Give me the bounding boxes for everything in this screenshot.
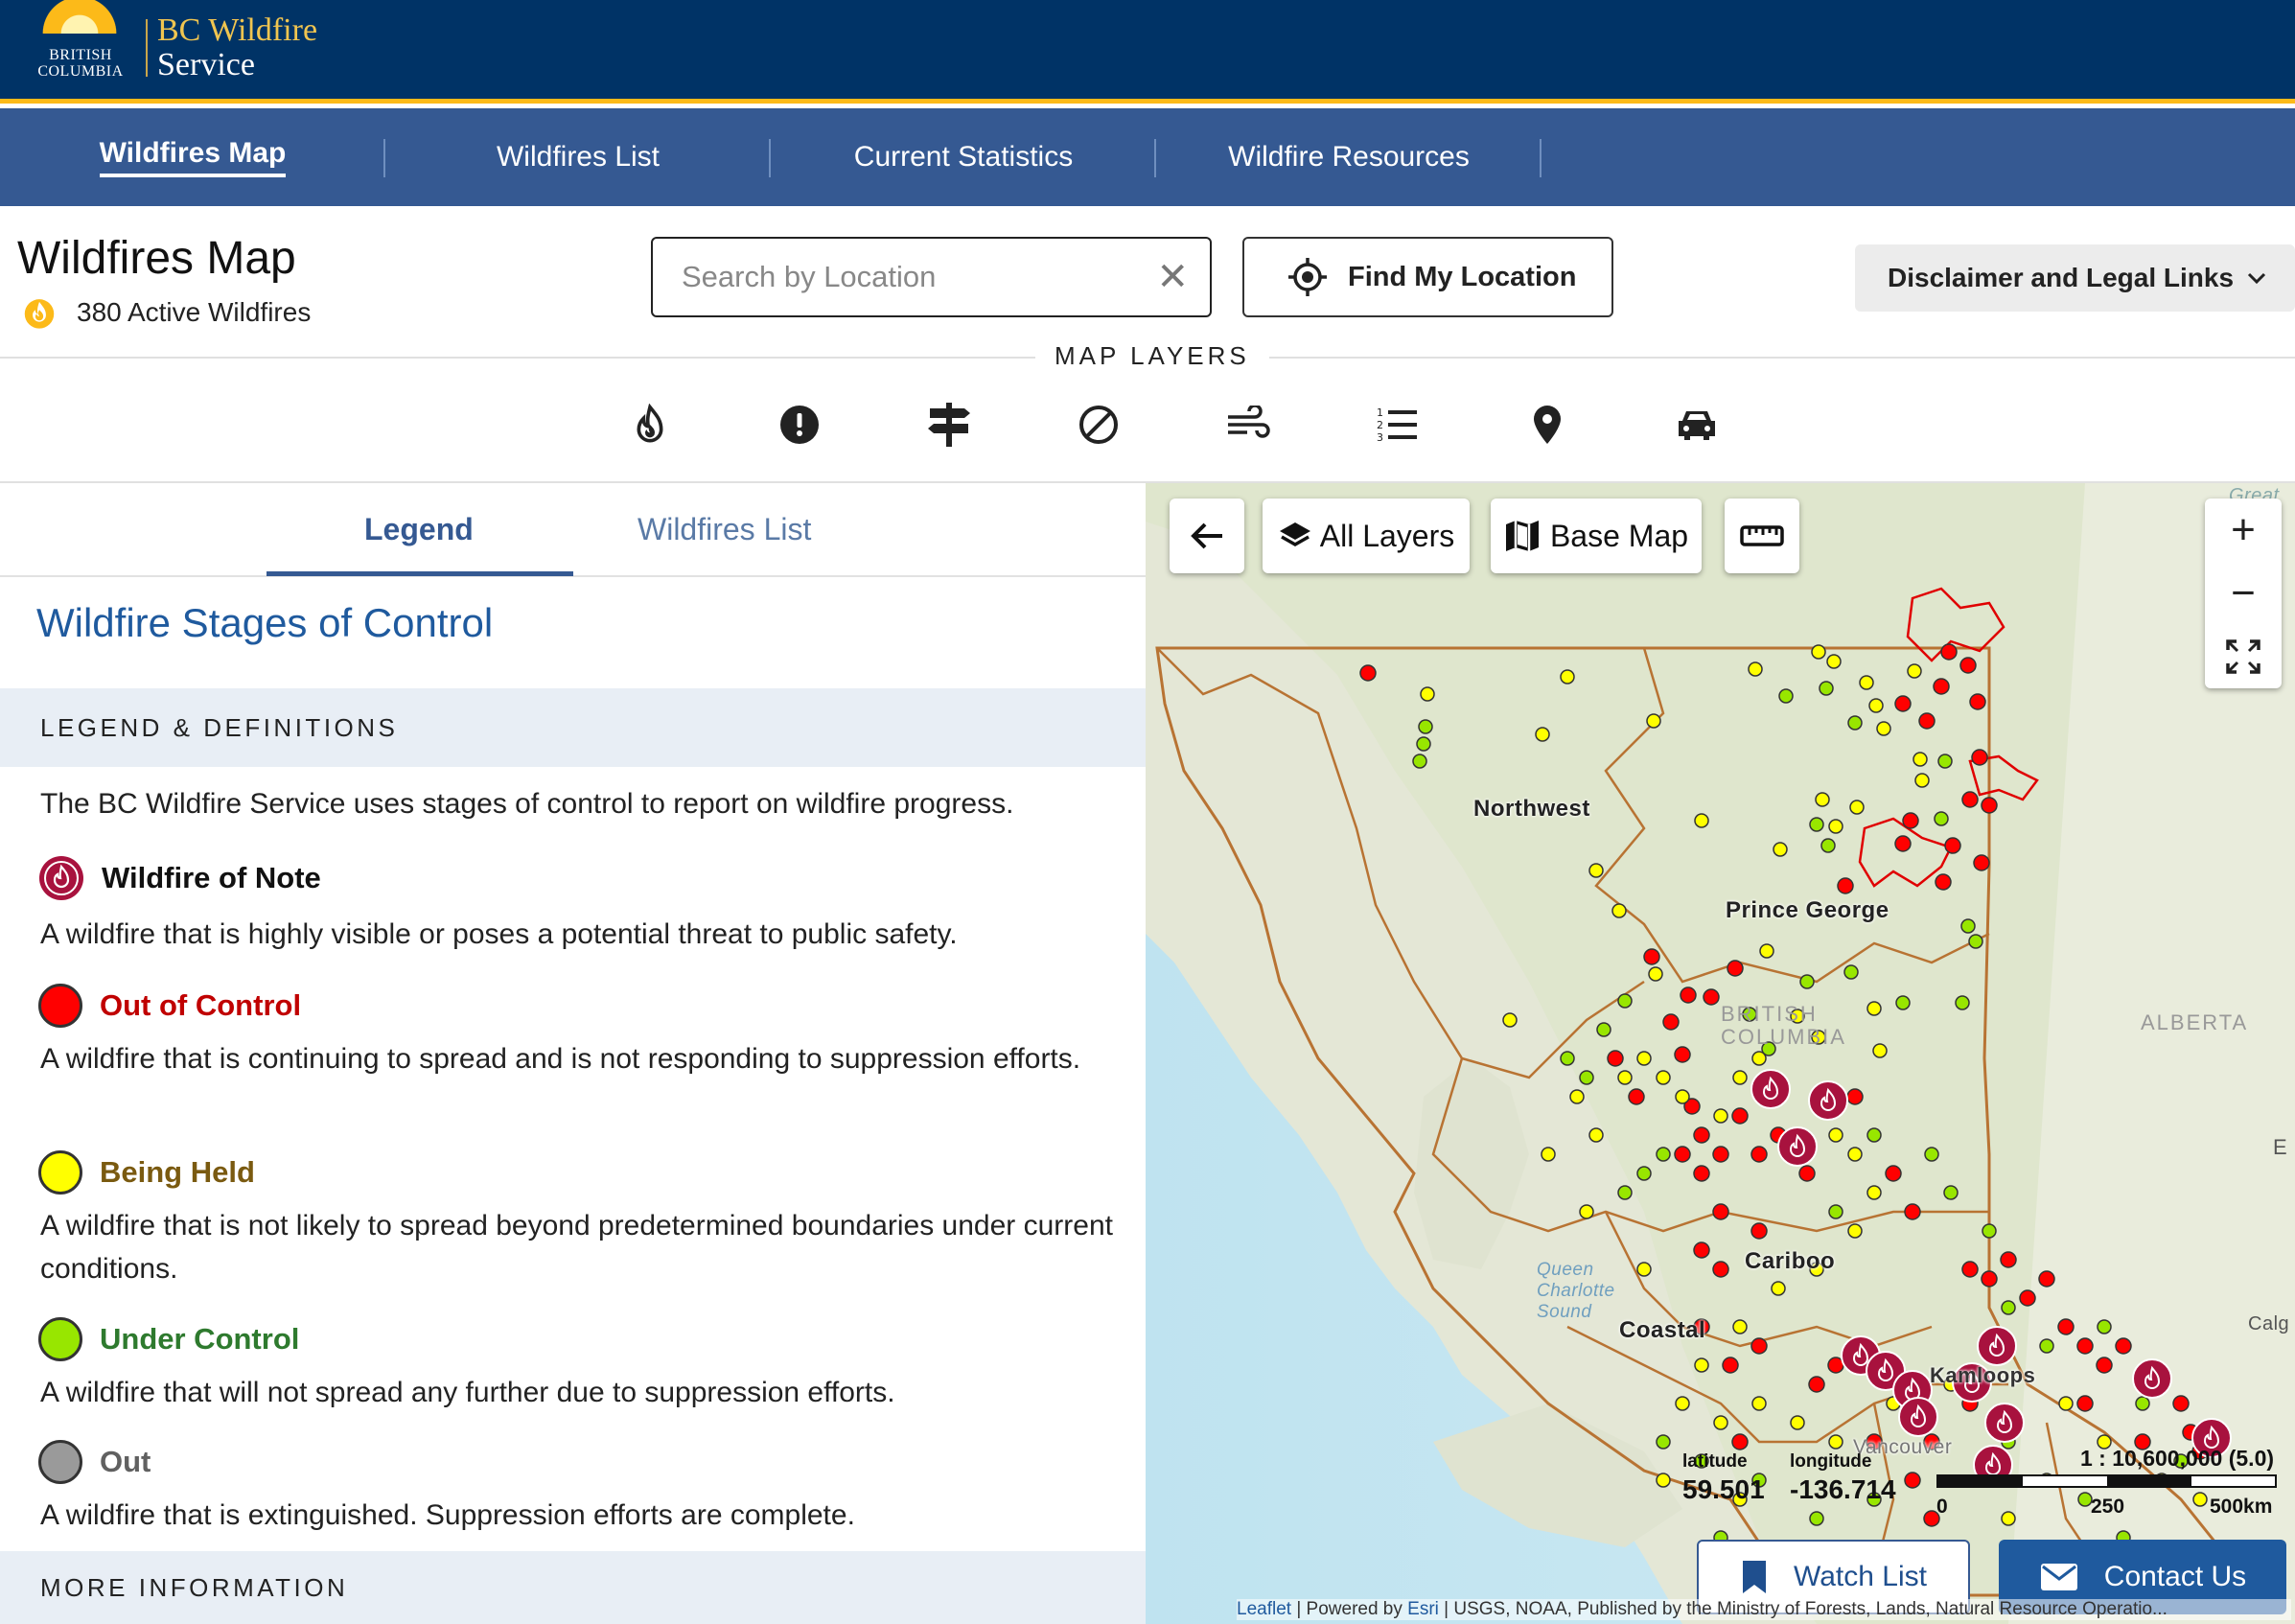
pin-icon[interactable] (1472, 395, 1622, 454)
legend-title: Under Control (100, 1322, 300, 1356)
legend-description: A wildfire that is not likely to spread … (40, 1210, 1113, 1285)
zoom-out-button[interactable]: − (2205, 562, 2282, 625)
leaflet-link[interactable]: Leaflet (1237, 1599, 1291, 1619)
svg-text:3: 3 (1377, 431, 1383, 444)
under-control-dot-icon (38, 1317, 82, 1361)
nav-wildfire-resources[interactable]: Wildfire Resources (1156, 108, 1542, 206)
ban-icon[interactable] (1024, 395, 1173, 454)
locate-icon (1288, 258, 1327, 296)
envelope-icon (2040, 1564, 2077, 1590)
legend-title: Out of Control (100, 988, 302, 1022)
legend-description: A wildfire that is highly visible or pos… (40, 918, 958, 950)
longitude-value: -136.714 (1790, 1474, 1896, 1504)
map-label-cariboo: Cariboo (1745, 1248, 1836, 1274)
map-label-prince-george: Prince George (1726, 897, 1889, 923)
map-label-calgary: Calg (2248, 1313, 2290, 1334)
zoom-in-button[interactable]: + (2205, 499, 2282, 562)
legend-item-out-of-control: Out of Control (38, 984, 301, 1028)
legend-item-wildfire-of-note: Wildfire of Note (38, 855, 321, 901)
top-banner: BRITISH COLUMBIA BC Wildfire Service (0, 0, 2295, 104)
search-placeholder: Search by Location (682, 260, 937, 293)
disclaimer-dropdown[interactable]: Disclaimer and Legal Links (1855, 244, 2295, 312)
more-info-heading: MORE INFORMATION (0, 1551, 1146, 1624)
legend-item-being-held: Being Held (38, 1150, 255, 1195)
svg-text:2: 2 (1377, 419, 1383, 431)
search-input[interactable]: Search by Location ✕ (651, 237, 1212, 317)
map-icon (1505, 521, 1539, 551)
find-my-location-button[interactable]: Find My Location (1242, 237, 1613, 317)
alert-icon[interactable] (725, 395, 874, 454)
out-of-control-dot-icon (38, 984, 82, 1028)
legend-panel: Legend Wildfires List Wildfire Stages of… (0, 483, 1146, 1624)
scale-ratio: 1 : 10,600,000 (5.0) (2080, 1446, 2275, 1471)
longitude-label: longitude (1790, 1451, 1872, 1472)
fullscreen-icon[interactable] (2205, 625, 2282, 688)
scale-tick: 250 (2091, 1496, 2125, 1518)
legend-title: Being Held (100, 1155, 255, 1189)
being-held-dot-icon (38, 1150, 82, 1195)
legend-description: A wildfire that is extinguished. Suppres… (40, 1499, 855, 1531)
map-label-british-columbia: BRITISH COLUMBIA (1721, 1002, 1846, 1049)
car-icon[interactable] (1622, 395, 1772, 454)
bc-sun-logo-icon: BRITISH COLUMBIA (25, 0, 136, 89)
wildfire-map[interactable]: Northwest Prince George Cariboo Coastal … (1146, 483, 2295, 1624)
wildfire-of-note-icon (39, 856, 83, 900)
map-label-e: E (2273, 1135, 2288, 1159)
nav-current-statistics[interactable]: Current Statistics (771, 108, 1156, 206)
nav-wildfires-map[interactable]: Wildfires Map (0, 108, 385, 206)
list-icon[interactable]: 123 (1323, 395, 1472, 454)
active-tab-indicator (267, 571, 573, 576)
scale-bar (1936, 1474, 2277, 1488)
legend-intro: The BC Wildfire Service uses stages of c… (40, 788, 1014, 820)
map-label-kamloops: Kamloops (1930, 1363, 2036, 1387)
legend-description: A wildfire that will not spread any furt… (40, 1377, 895, 1408)
layers-icon (1279, 522, 1310, 547)
service-name: BC Wildfire Service (157, 12, 318, 82)
nav-wildfires-list[interactable]: Wildfires List (385, 108, 771, 206)
map-label-alberta: ALBERTA (2141, 1010, 2249, 1034)
main-nav: Wildfires Map Wildfires List Current Sta… (0, 108, 2295, 206)
legend-item-under-control: Under Control (38, 1317, 299, 1361)
close-icon[interactable]: ✕ (1156, 258, 1189, 296)
scale-tick: 0 (1936, 1496, 1948, 1518)
legend-title: Out (100, 1445, 151, 1478)
map-layer-toolbar: 123 (575, 395, 1772, 454)
measure-button[interactable] (1725, 499, 1799, 573)
out-dot-icon (38, 1440, 82, 1484)
flame-icon[interactable] (575, 395, 725, 454)
definitions-heading: LEGEND & DEFINITIONS (0, 688, 1146, 767)
chevron-down-icon (2247, 266, 2266, 290)
scale-tick: 500km (2210, 1496, 2273, 1518)
esri-link[interactable]: Esri (1407, 1599, 1439, 1619)
legend-title: Wildfire of Note (102, 861, 321, 894)
zoom-control: + − (2205, 499, 2282, 688)
panel-tabs: Legend Wildfires List (0, 483, 1146, 577)
back-button[interactable] (1170, 499, 1244, 573)
map-label-queen-charlotte: Queen Charlotte Sound (1537, 1260, 1615, 1322)
section-title: Wildfire Stages of Control (36, 600, 494, 645)
tab-wildfires-list[interactable]: Wildfires List (638, 512, 811, 547)
bc-wildfire-logo[interactable]: BRITISH COLUMBIA BC Wildfire Service (25, 0, 317, 96)
svg-text:1: 1 (1377, 406, 1383, 419)
map-attribution: Leaflet | Powered by Esri | USGS, NOAA, … (1237, 1599, 2291, 1620)
base-map-button[interactable]: Base Map (1491, 499, 1702, 573)
legend-item-out: Out (38, 1440, 151, 1484)
latitude-value: 59.501 (1682, 1474, 1765, 1504)
latitude-label: latitude (1682, 1451, 1748, 1472)
page-title: Wildfires Map (17, 233, 296, 284)
wind-icon[interactable] (1173, 395, 1323, 454)
all-layers-button[interactable]: All Layers (1263, 499, 1470, 573)
tab-legend[interactable]: Legend (364, 512, 474, 547)
map-label-northwest: Northwest (1473, 796, 1590, 822)
arrow-left-icon (1191, 522, 1222, 549)
flame-icon (24, 299, 55, 329)
legend-description: A wildfire that is continuing to spread … (40, 1043, 1081, 1075)
ruler-icon (1740, 525, 1784, 546)
bookmark-icon (1743, 1561, 1767, 1593)
signpost-icon[interactable] (874, 395, 1024, 454)
map-layers-title: MAP LAYERS (1035, 341, 1269, 371)
active-wildfires-count: 380 Active Wildfires (23, 295, 311, 330)
